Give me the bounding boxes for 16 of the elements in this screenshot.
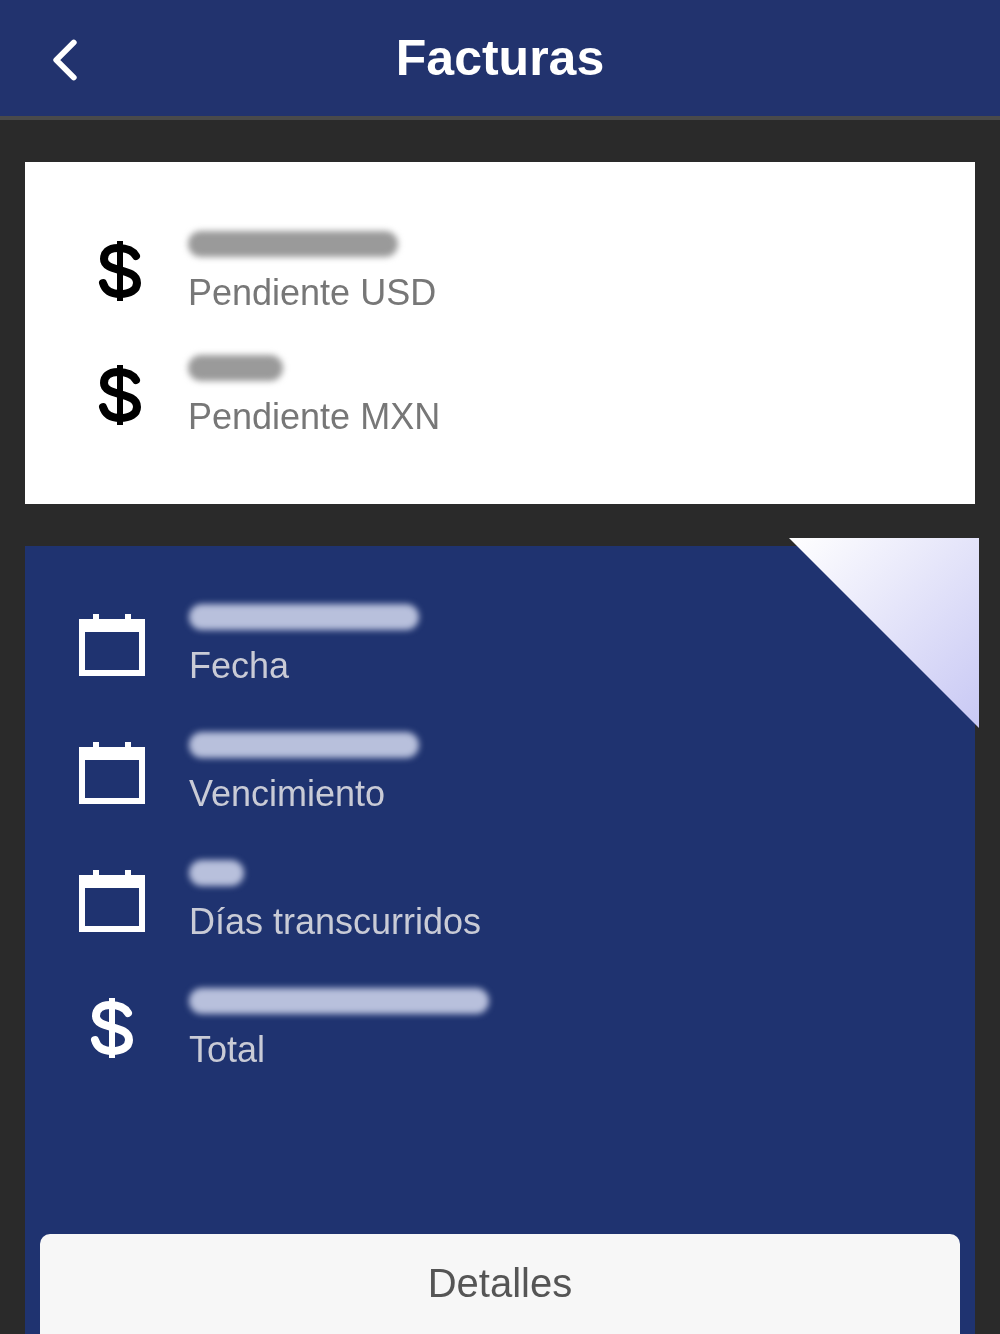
calendar-icon — [79, 740, 145, 804]
calendar-icon — [79, 612, 145, 676]
details-button[interactable]: Detalles — [40, 1234, 960, 1334]
amount-label: Pendiente MXN — [188, 399, 441, 435]
blurred-value — [189, 860, 244, 886]
field-label: Fecha — [189, 648, 291, 684]
amount-label: Pendiente USD — [188, 275, 437, 311]
field-label: Vencimiento — [189, 776, 387, 812]
dollar-icon — [96, 364, 144, 426]
field-label: Total — [189, 1032, 267, 1068]
page-title: Facturas — [395, 28, 605, 88]
field-label: Días transcurridos — [189, 904, 482, 940]
dollar-icon — [96, 240, 144, 302]
folded-corner-icon — [789, 538, 979, 728]
calendar-icon — [79, 868, 145, 932]
dollar-icon — [88, 997, 136, 1059]
